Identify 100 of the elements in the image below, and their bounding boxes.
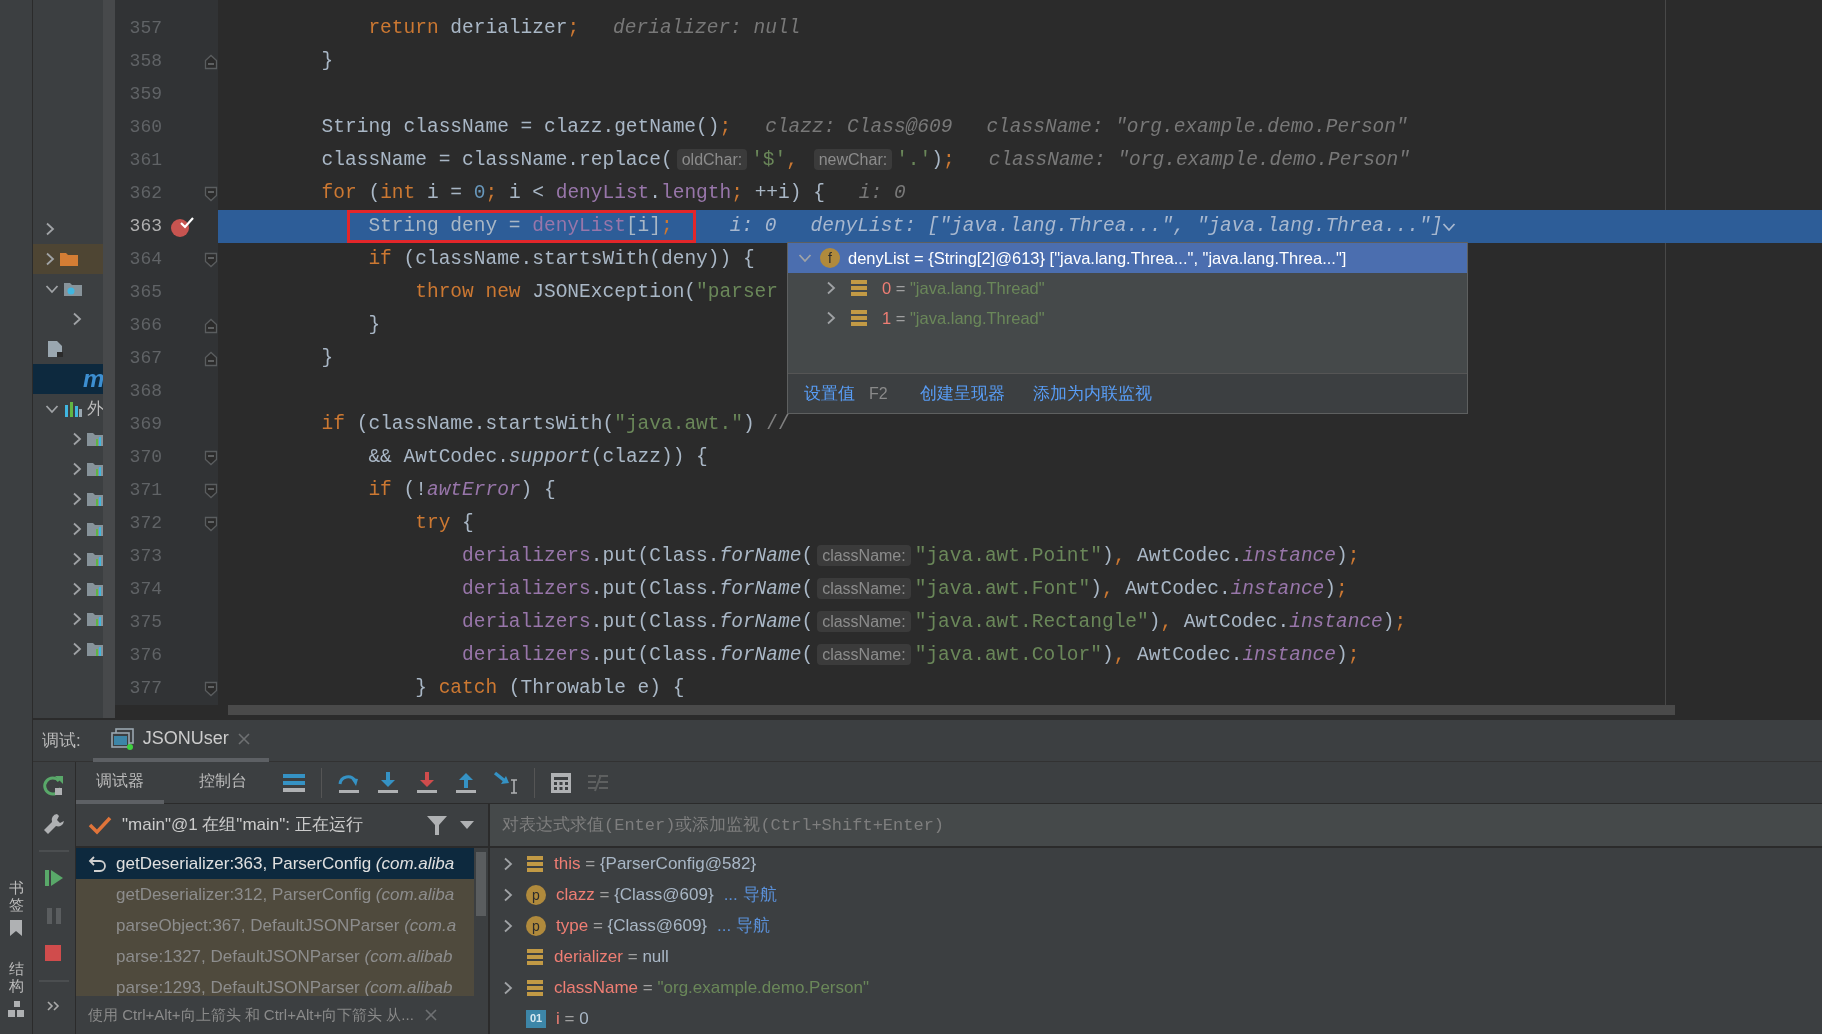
code-line: if (className.startsWith(deny)) { xyxy=(367,246,755,272)
close-icon[interactable] xyxy=(236,731,251,746)
rerun-icon[interactable] xyxy=(42,774,66,798)
expand-hint-icon[interactable] xyxy=(1442,221,1457,232)
library-folder-icon xyxy=(86,580,103,598)
field-list-icon xyxy=(526,978,544,997)
code-line: derializers.put(Class.forName( className: "java.awt.Point"), AwtCodec.instance); xyxy=(461,543,1360,569)
fold-marker-icon[interactable] xyxy=(204,515,218,532)
shortcut-hint: F2 xyxy=(869,383,888,404)
field-list-icon xyxy=(526,947,544,966)
stack-frame[interactable]: parse:1327, DefaultJSONParser (com.alibab xyxy=(76,941,474,972)
expression-input-field[interactable]: 对表达式求值(Enter)或添加监视(Ctrl+Shift+Enter) xyxy=(490,804,1822,848)
view-tab[interactable]: 调试器 xyxy=(76,761,164,804)
navigate-link[interactable]: ... 导航 xyxy=(723,881,777,908)
code-line: String className = clazz.getName(); xyxy=(320,114,732,140)
variable-row[interactable]: className = "org.example.demo.Person" xyxy=(490,972,1822,1003)
field-list-icon xyxy=(526,854,544,873)
check-icon xyxy=(88,815,112,835)
dropdown-caret-icon[interactable] xyxy=(458,819,476,831)
field-list-icon xyxy=(850,309,868,327)
wrench-icon[interactable] xyxy=(42,812,66,836)
inline-value-hint: className: "org.example.demo.Person" xyxy=(988,147,1410,173)
tree-row[interactable]: 外 xyxy=(33,394,103,424)
line-number: 363 xyxy=(128,215,162,238)
tool-window-label[interactable]: 结构 xyxy=(8,961,24,994)
step-out-icon[interactable] xyxy=(454,770,478,795)
inline-value-hint: denyList: ["java.lang.Threa...", "java.lang.Threa..."] xyxy=(810,213,1443,239)
window-icon xyxy=(110,727,135,750)
library-folder-icon xyxy=(86,610,103,628)
code-line: if (!awtError) { xyxy=(367,477,556,503)
navigation-tip: 使用 Ctrl+Alt+向上箭头 和 Ctrl+Alt+向下箭头 从... xyxy=(88,1004,414,1025)
return-arrow-icon xyxy=(88,854,108,873)
popup-value-text: 1 = "java.lang.Thread" xyxy=(882,307,1045,329)
navigate-link[interactable]: ... 导航 xyxy=(717,912,770,939)
session-tab[interactable]: JSONUser xyxy=(92,719,269,762)
variable-text: className = "org.example.demo.Person" xyxy=(554,976,869,999)
code-line: } catch (Throwable e) { xyxy=(414,675,685,701)
vertical-scrollbar[interactable] xyxy=(476,852,486,916)
inline-value-hint: clazz: Class@609 xyxy=(765,114,953,140)
stack-frame[interactable]: parseObject:367, DefaultJSONParser (com.a xyxy=(76,910,474,941)
popup-action-link[interactable]: 添加为内联监视 xyxy=(1032,380,1152,407)
folder-icon xyxy=(59,250,79,268)
stack-frame[interactable]: getDeserializer:312, ParserConfig (com.aliba xyxy=(76,879,474,910)
step-into-icon[interactable] xyxy=(376,770,400,795)
menu-icon[interactable] xyxy=(282,771,306,794)
library-folder-icon xyxy=(86,460,103,478)
horizontal-scrollbar[interactable] xyxy=(228,705,1675,715)
field-list-icon xyxy=(850,279,868,297)
fold-marker-icon[interactable] xyxy=(204,317,218,334)
popup-action-link[interactable]: 设置值 xyxy=(804,380,855,407)
tree-row[interactable] xyxy=(33,244,103,274)
variable-row[interactable]: derializer = null xyxy=(490,941,1822,972)
code-line: } xyxy=(367,312,381,338)
fold-marker-icon[interactable] xyxy=(204,482,218,499)
library-folder-icon xyxy=(86,640,103,658)
variable-text: i = 0 xyxy=(556,1007,589,1030)
tool-window-label[interactable]: 书签 xyxy=(8,880,24,913)
fold-marker-icon[interactable] xyxy=(204,53,218,70)
close-icon[interactable] xyxy=(423,1008,438,1022)
code-line: derializers.put(Class.forName( className: "java.awt.Rectangle"), AwtCodec.instance); xyxy=(461,609,1407,635)
code-line: derializers.put(Class.forName( className: "java.awt.Color"), AwtCodec.instance); xyxy=(461,642,1360,668)
library-folder-icon xyxy=(86,520,103,538)
code-line: } xyxy=(320,345,334,371)
variable-text: derializer = null xyxy=(554,945,669,968)
force-step-into-icon[interactable] xyxy=(415,770,439,795)
popup-action-link[interactable]: 创建呈现器 xyxy=(919,380,1005,407)
fold-marker-icon[interactable] xyxy=(204,680,218,697)
run-to-cursor-icon[interactable] xyxy=(493,770,519,795)
fold-marker-icon[interactable] xyxy=(204,251,218,268)
fold-marker-icon[interactable] xyxy=(204,350,218,367)
code-line: try { xyxy=(414,510,474,536)
variable-row[interactable]: p clazz = {Class@609} ... 导航 xyxy=(490,879,1822,910)
popup-value-text: 0 = "java.lang.Thread" xyxy=(882,277,1045,299)
popup-header-row[interactable]: f denyList = {String[2]@613} ["java.lang.Threa...", "java.lang.Threa..."] xyxy=(788,243,1467,273)
inline-value-hint: className: "org.example.demo.Person" xyxy=(986,114,1408,140)
view-tab[interactable]: 控制台 xyxy=(179,761,267,804)
calculator-icon[interactable] xyxy=(550,771,572,794)
variable-text: this = {ParserConfig@582} xyxy=(554,852,757,875)
filter-icon[interactable] xyxy=(426,814,448,836)
variable-row[interactable]: 01 i = 0 xyxy=(490,1003,1822,1034)
structure-icon[interactable] xyxy=(7,1000,25,1018)
stack-frame[interactable]: parse:1293, DefaultJSONParser (com.alibab xyxy=(76,972,474,996)
fold-marker-icon[interactable] xyxy=(204,185,218,202)
variable-row[interactable]: this = {ParserConfig@582} xyxy=(490,848,1822,879)
parameter-icon: p xyxy=(526,915,546,936)
inline-value-hint: i: 0 xyxy=(858,180,906,206)
inline-value-hint: derializer: null xyxy=(613,15,801,41)
parameter-icon: p xyxy=(526,884,546,905)
panel-title: 调试: xyxy=(42,729,81,752)
bar-chart-icon xyxy=(63,400,83,418)
tree-row[interactable]: m xyxy=(33,364,103,394)
library-folder-icon xyxy=(86,490,103,508)
fold-marker-icon[interactable] xyxy=(204,449,218,466)
code-line: throw new JSONException("parser xyxy=(414,279,778,305)
bookmark-icon[interactable] xyxy=(8,919,24,937)
code-line: if (className.startsWith("java.awt.") // xyxy=(320,411,790,437)
code-line: && AwtCodec.support(clazz)) { xyxy=(367,444,708,470)
code-line: className = className.replace( oldChar: '$', newChar: '.'); xyxy=(320,147,955,173)
variable-row[interactable]: p type = {Class@609} ... 导航 xyxy=(490,910,1822,941)
stack-frame[interactable]: getDeserializer:363, ParserConfig (com.aliba xyxy=(76,848,474,879)
